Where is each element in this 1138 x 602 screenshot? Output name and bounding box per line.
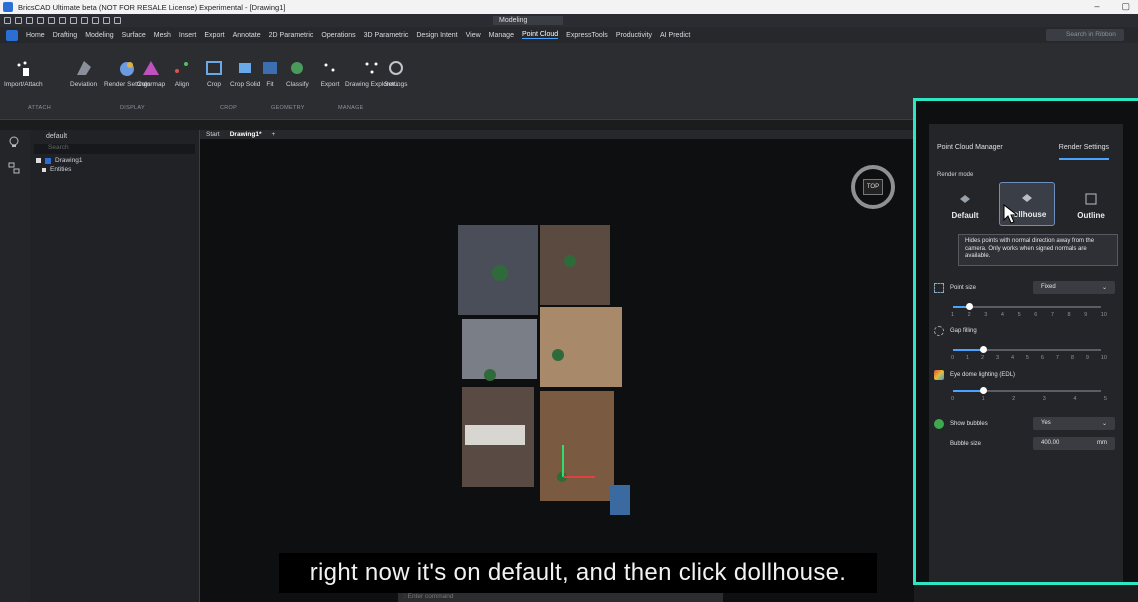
export-button[interactable]: Export [320,59,340,88]
open-icon[interactable] [15,17,22,24]
lightbulb-icon[interactable] [8,136,20,148]
fit-button[interactable]: Fit [260,59,280,88]
structure-panel: default Search Drawing1 Entities [30,130,200,602]
point-cloud-model [458,225,630,515]
crop-solid-button[interactable]: Crop Solid [230,59,260,88]
window-title: BricsCAD Ultimate beta (NOT FOR RESALE L… [18,2,286,12]
tab-home[interactable]: Home [26,32,45,39]
classify-button[interactable]: Classify [286,59,309,88]
add-tab-button[interactable]: + [272,131,276,138]
group-display: DISPLAY [120,105,145,111]
redo-icon[interactable] [81,17,88,24]
tab-insert[interactable]: Insert [179,32,197,39]
classify-icon [287,59,307,77]
model-viewport[interactable]: TOP [200,139,914,602]
left-sidebar [0,130,30,602]
minimize-button[interactable]: – [1094,1,1099,12]
undo-icon[interactable] [70,17,77,24]
title-bar: BricsCAD Ultimate beta (NOT FOR RESALE L… [0,0,1138,14]
maximize-button[interactable]: ▢ [1121,1,1130,12]
tab-drawing1[interactable]: Drawing1* [230,131,262,138]
new-icon[interactable] [4,17,11,24]
tab-modeling[interactable]: Modeling [85,32,113,39]
tab-view[interactable]: View [466,32,481,39]
quick-access-toolbar: Modeling [0,14,1138,27]
tree-item-drawing1[interactable]: Drawing1 [30,156,199,165]
drawing-explorer-icon [362,59,382,77]
crop-button[interactable]: Crop [204,59,224,88]
print-icon[interactable] [48,17,55,24]
bricscad-logo-icon [3,2,13,12]
save-icon[interactable] [26,17,33,24]
command-line-input[interactable]: : Enter command [398,593,723,602]
tab-3d-parametric[interactable]: 3D Parametric [364,32,409,39]
settings-button[interactable]: Settings [384,59,408,88]
tab-productivity[interactable]: Productivity [616,32,652,39]
tab-drafting[interactable]: Drafting [53,32,78,39]
highlight-box [913,98,1138,585]
view-cube-top[interactable]: TOP [851,165,895,209]
tab-mesh[interactable]: Mesh [154,32,171,39]
ribbon-search-input[interactable]: Search in Ribbon [1046,29,1124,41]
tab-design-intent[interactable]: Design Intent [416,32,457,39]
workspace-select[interactable]: Modeling [493,16,563,25]
structure-icon[interactable] [8,162,20,174]
export-icon [320,59,340,77]
layer-icon[interactable] [92,17,99,24]
group-manage: MANAGE [338,105,364,111]
crop-icon [204,59,224,77]
video-caption: right now it's on default, and then clic… [279,553,877,593]
grid-icon[interactable] [114,17,121,24]
tab-expresstools[interactable]: ExpressTools [566,32,608,39]
save-as-icon[interactable] [37,17,44,24]
tab-point-cloud[interactable]: Point Cloud [521,31,559,39]
crop-solid-icon [235,59,255,77]
plot-icon[interactable] [59,17,66,24]
align-button[interactable]: Align [172,59,192,88]
deviation-button[interactable]: Deviation [70,59,97,88]
gear-icon [386,59,406,77]
align-icon [172,59,192,77]
tab-export[interactable]: Export [204,32,224,39]
tab-manage[interactable]: Manage [489,32,514,39]
tab-ai-predict[interactable]: AI Predict [660,32,690,39]
render-settings-icon [117,59,137,77]
import-attach-button[interactable]: Import/Attach [4,59,43,88]
app-menu-icon[interactable] [6,29,18,41]
tab-surface[interactable]: Surface [122,32,146,39]
group-crop: CROP [220,105,238,111]
tab-2d-parametric[interactable]: 2D Parametric [269,32,314,39]
fit-icon [260,59,280,77]
snap-icon[interactable] [103,17,110,24]
deviation-icon [74,59,94,77]
colormap-icon [141,59,161,77]
panel-search-input[interactable]: Search [34,144,195,154]
import-attach-icon [13,59,33,77]
group-geometry: GEOMETRY [271,105,305,111]
tree-item-entities[interactable]: Entities [30,165,199,174]
tab-operations[interactable]: Operations [321,32,355,39]
document-area: Start Drawing1* + TOP [200,130,914,602]
panel-header: default [46,132,68,140]
tab-annotate[interactable]: Annotate [233,32,261,39]
tab-start[interactable]: Start [206,131,220,138]
colormap-button[interactable]: Colormap [137,59,165,88]
group-attach: ATTACH [28,105,51,111]
